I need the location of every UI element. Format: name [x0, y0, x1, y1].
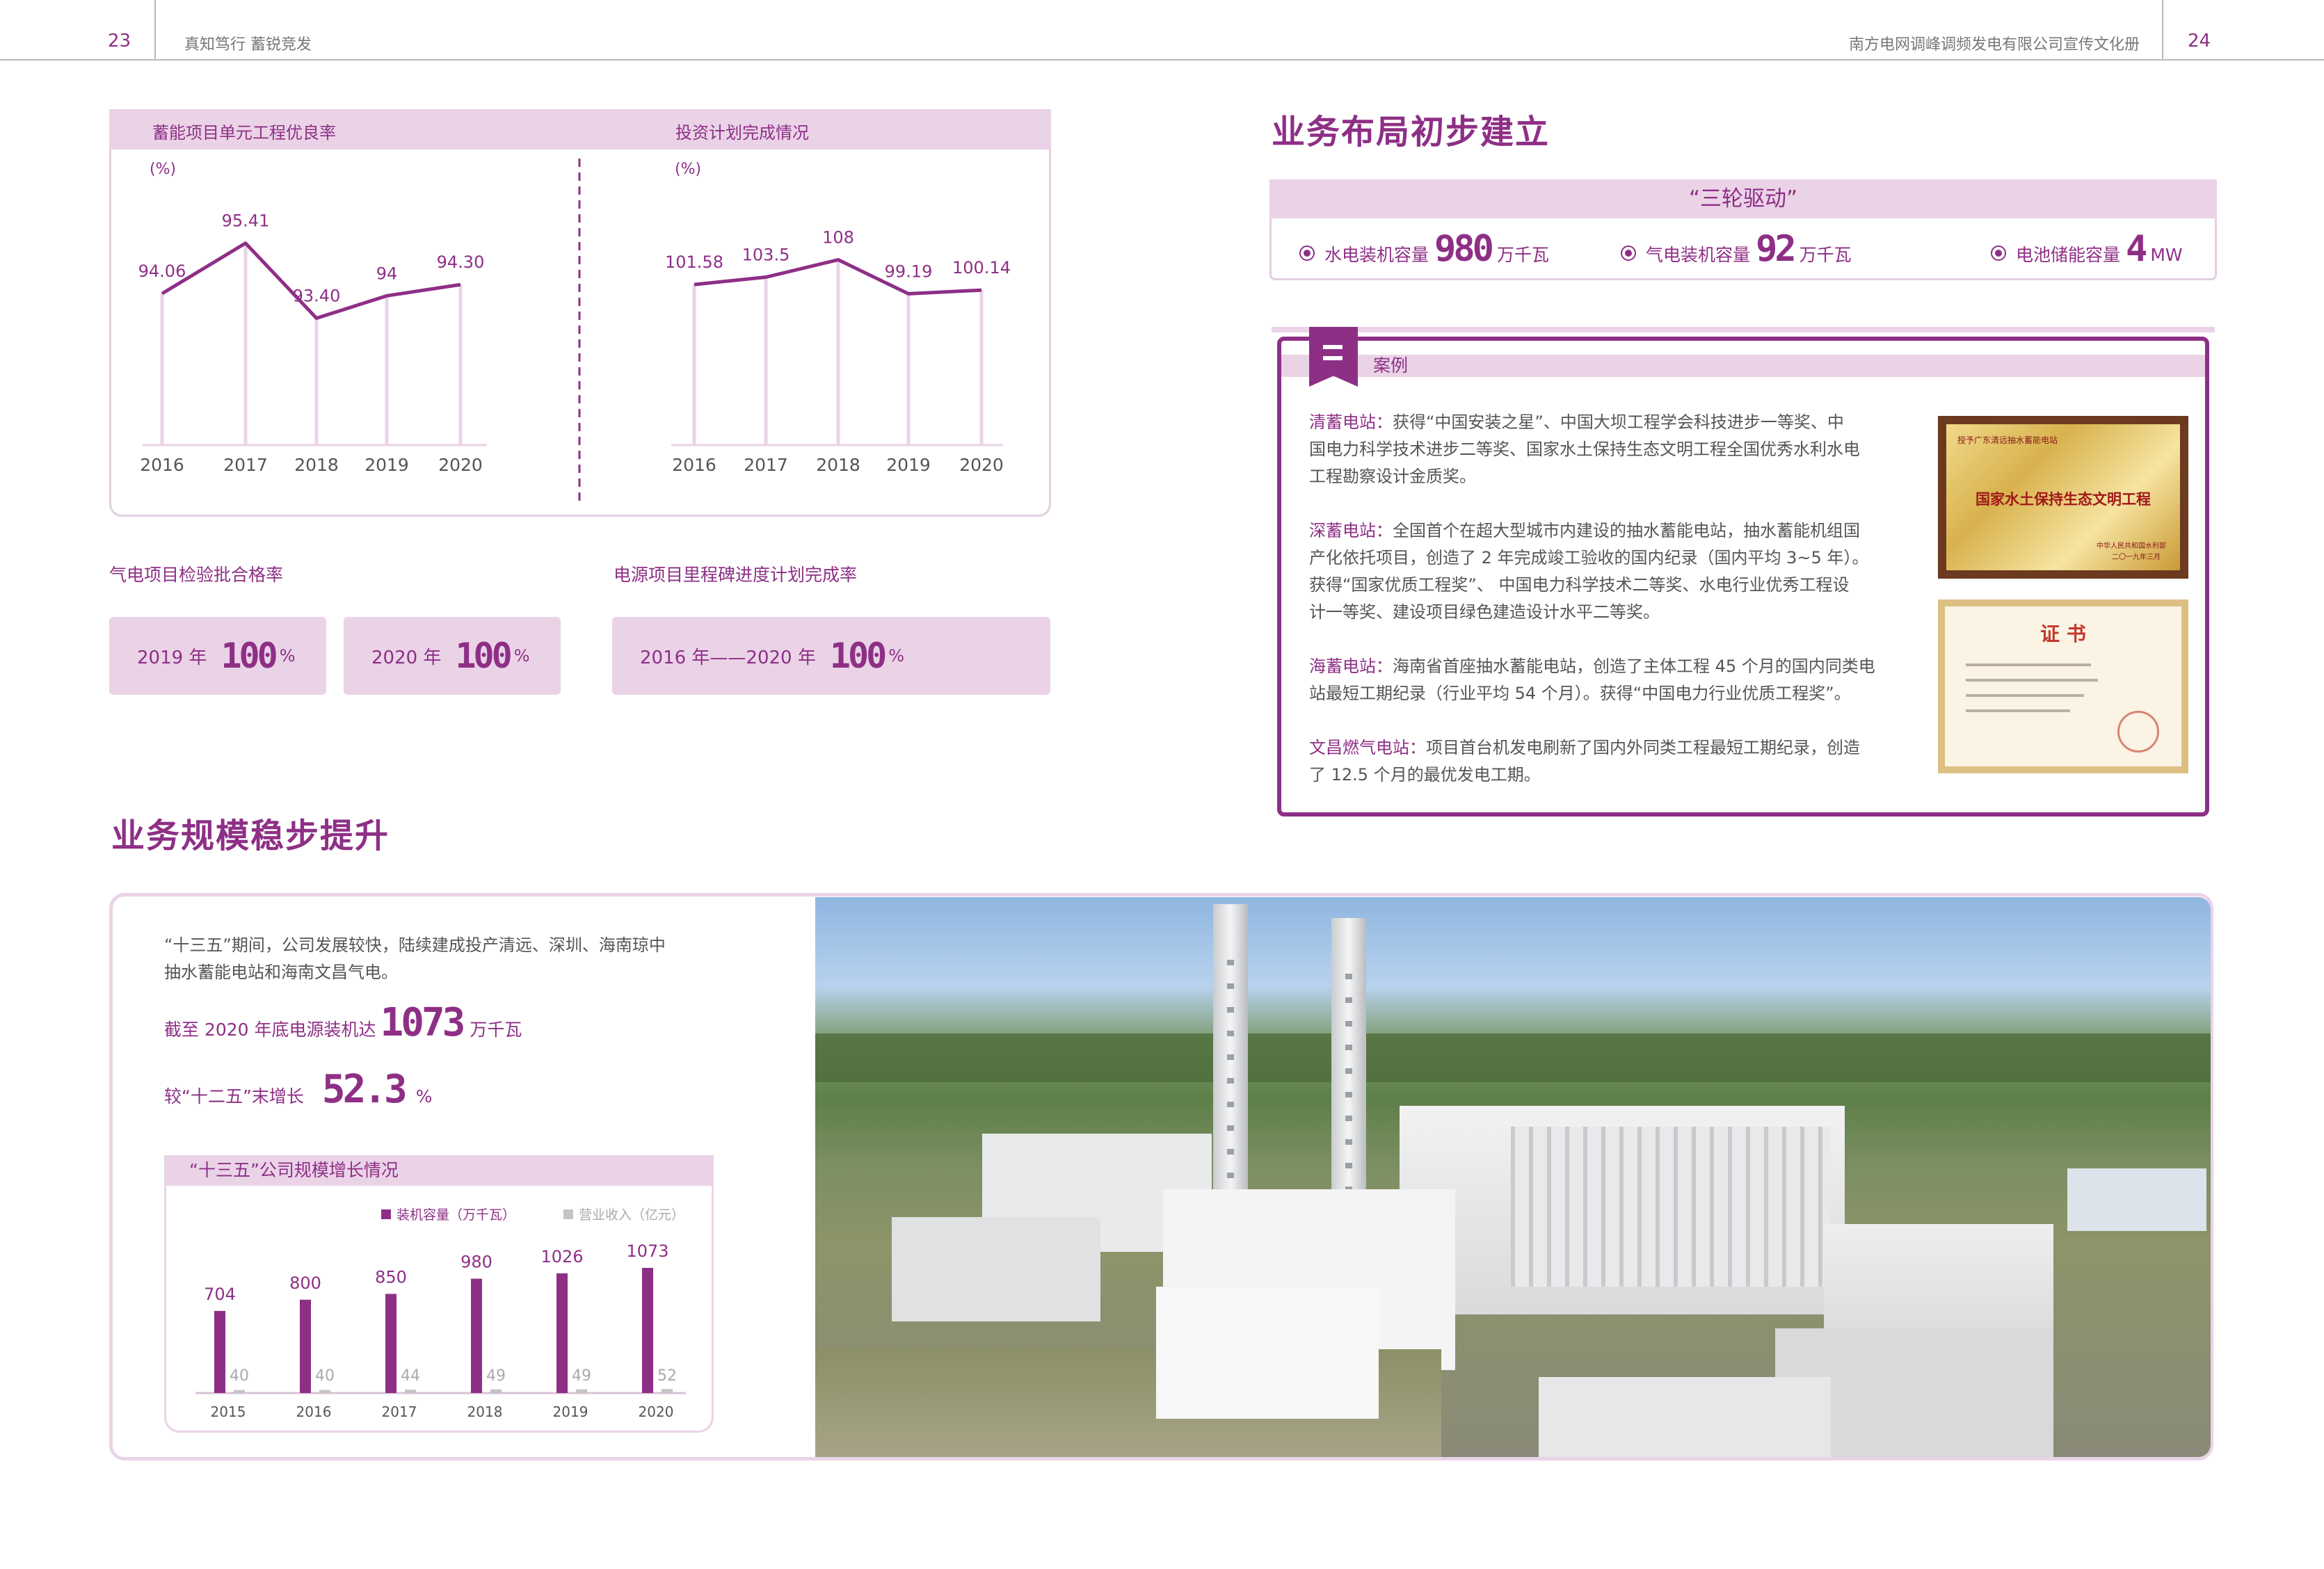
seal-icon — [2117, 711, 2159, 753]
data-label: 95.41 — [222, 211, 270, 231]
x-tick-label: 2020 — [959, 455, 1004, 475]
data-label: 108 — [822, 228, 854, 248]
bar-capacity — [471, 1279, 482, 1393]
stat-box-2019: 2019 年 100 % — [109, 617, 326, 695]
bar-revenue — [234, 1390, 245, 1393]
data-label: 94 — [376, 264, 398, 283]
bar-label-revenue: 44 — [401, 1367, 420, 1385]
x-tick-label: 2018 — [816, 455, 860, 475]
case-wenchang: 文昌燃气电站：项目首台机发电刷新了国内外同类工程最短工期纪录，创造了 12.5 … — [1309, 734, 1907, 789]
three-wheel-title: “三轮驱动” — [1269, 179, 2217, 218]
case-qingxu: 清蓄电站：获得“中国安装之星”、中国大坝工程学会科技进步一等奖、中国电力科学技术… — [1309, 409, 1907, 490]
award-plaque: 授予广东清远抽水蓄能电站 国家水土保持生态文明工程 中华人民共和国水利部 二〇一… — [1938, 416, 2188, 579]
y-axis-label: (%) — [150, 161, 176, 178]
scale-stat-growth: 较“十二五”末增长 52.3 % — [164, 1067, 433, 1112]
legend-swatch-capacity — [381, 1209, 391, 1219]
series-line — [162, 243, 460, 319]
bar-label-capacity: 980 — [460, 1253, 492, 1272]
bar-revenue — [576, 1390, 587, 1393]
x-tick-label: 2019 — [553, 1403, 588, 1420]
legend-swatch-revenue — [563, 1209, 573, 1219]
bar-label-revenue: 49 — [486, 1367, 506, 1385]
y-axis-label: (%) — [675, 161, 701, 178]
bar-capacity — [214, 1311, 225, 1393]
data-label: 94.30 — [437, 252, 485, 272]
certificate-title: 证 书 — [1945, 619, 2181, 647]
data-label: 103.5 — [742, 246, 790, 265]
scale-section-title: 业务规模稳步提升 — [111, 808, 390, 857]
radio-dot-icon — [1991, 246, 2006, 261]
hydro-capacity: 水电装机容量 980 万千瓦 — [1299, 228, 1549, 270]
bar-label-capacity: 704 — [204, 1285, 236, 1304]
bar-label-revenue: 40 — [315, 1367, 335, 1385]
scale-stat-capacity: 截至 2020 年底电源装机达 1073 万千瓦 — [164, 1000, 522, 1045]
bar-capacity — [642, 1268, 653, 1393]
x-tick-label: 2020 — [438, 455, 483, 475]
bar-revenue — [405, 1390, 416, 1393]
three-wheel-body: 水电装机容量 980 万千瓦 气电装机容量 92 万千瓦 电池储能容量 4 MW — [1269, 218, 2217, 280]
x-tick-label: 2018 — [467, 1403, 503, 1420]
data-label: 94.06 — [138, 262, 186, 281]
x-tick-label: 2020 — [639, 1403, 674, 1420]
battery-capacity: 电池储能容量 4 MW — [1991, 228, 2183, 270]
bar-label-capacity: 800 — [289, 1273, 321, 1293]
bar-label-capacity: 1026 — [540, 1247, 583, 1266]
x-tick-label: 2017 — [223, 455, 268, 475]
bar-chart-svg: 装机容量（万千瓦） 营业收入（亿元） 704 40 2015 800 40 2016 850 44… — [164, 1186, 714, 1433]
bar-label-capacity: 850 — [375, 1267, 407, 1287]
x-tick-label: 2016 — [672, 455, 716, 475]
bar-label-revenue: 40 — [230, 1367, 249, 1385]
bar-capacity — [300, 1300, 311, 1393]
case-tag-label: 案例 — [1373, 355, 1408, 377]
data-label: 99.19 — [885, 262, 933, 281]
layout-section-title: 业务布局初步建立 — [1272, 104, 1550, 153]
gas-quality-title: 气电项目检验批合格率 — [109, 561, 283, 586]
case-haixu: 海蓄电站：海南省首座抽水蓄能电站，创造了主体工程 45 个月的国内同类电站最短工… — [1309, 653, 1907, 707]
case-top-strip — [1272, 327, 2215, 332]
x-tick-label: 2015 — [211, 1403, 246, 1420]
stat-box-2020: 2020 年 100 % — [344, 617, 561, 695]
bar-label-revenue: 52 — [657, 1367, 677, 1385]
case-shenxu: 深蓄电站：全国首个在超大型城市内建设的抽水蓄能电站，抽水蓄能机组国产化依托项目，… — [1309, 517, 1907, 626]
x-tick-label: 2018 — [294, 455, 339, 475]
x-tick-label: 2019 — [364, 455, 409, 475]
x-tick-label: 2016 — [140, 455, 184, 475]
bar-capacity — [385, 1294, 396, 1393]
certificate: 证 书 — [1938, 600, 2188, 773]
bar-chart-title: “十三五”公司规模增长情况 — [164, 1155, 714, 1186]
x-tick-label: 2017 — [382, 1403, 417, 1420]
three-wheel-header: “三轮驱动” — [1269, 179, 2217, 218]
x-tick-label: 2019 — [886, 455, 931, 475]
data-label: 101.58 — [665, 252, 723, 272]
bar-revenue — [319, 1390, 330, 1393]
bar-label-revenue: 49 — [572, 1367, 591, 1385]
case-tag-bar — [1281, 355, 2205, 377]
bar-revenue — [490, 1390, 502, 1393]
power-progress-title: 电源项目里程碑进度计划完成率 — [614, 561, 857, 586]
scale-intro: “十三五”期间，公司发展较快，陆续建成投产清远、深圳、海南琼中抽水蓄能电站和海南… — [164, 932, 666, 986]
radio-dot-icon — [1299, 246, 1315, 261]
bar-capacity — [556, 1273, 568, 1393]
legend-label-revenue: 营业收入（亿元） — [579, 1207, 684, 1223]
legend-label-capacity: 装机容量（万千瓦） — [396, 1207, 515, 1223]
stat-box-2016-2020: 2016 年——2020 年 100 % — [612, 617, 1050, 695]
bar-label-capacity: 1073 — [626, 1241, 668, 1261]
power-plant-photo — [815, 897, 2211, 1457]
x-tick-label: 2016 — [296, 1403, 332, 1420]
bar-revenue — [662, 1389, 673, 1393]
radio-dot-icon — [1621, 246, 1636, 261]
bar-chart-header: “十三五”公司规模增长情况 — [164, 1155, 714, 1186]
gas-capacity: 气电装机容量 92 万千瓦 — [1621, 228, 1852, 270]
case-text: 清蓄电站：获得“中国安装之星”、中国大坝工程学会科技进步一等奖、中国电力科学技术… — [1309, 409, 1907, 816]
plaque-title: 国家水土保持生态文明工程 — [1946, 488, 2180, 509]
x-tick-label: 2017 — [744, 455, 788, 475]
data-label: 100.14 — [952, 258, 1011, 277]
